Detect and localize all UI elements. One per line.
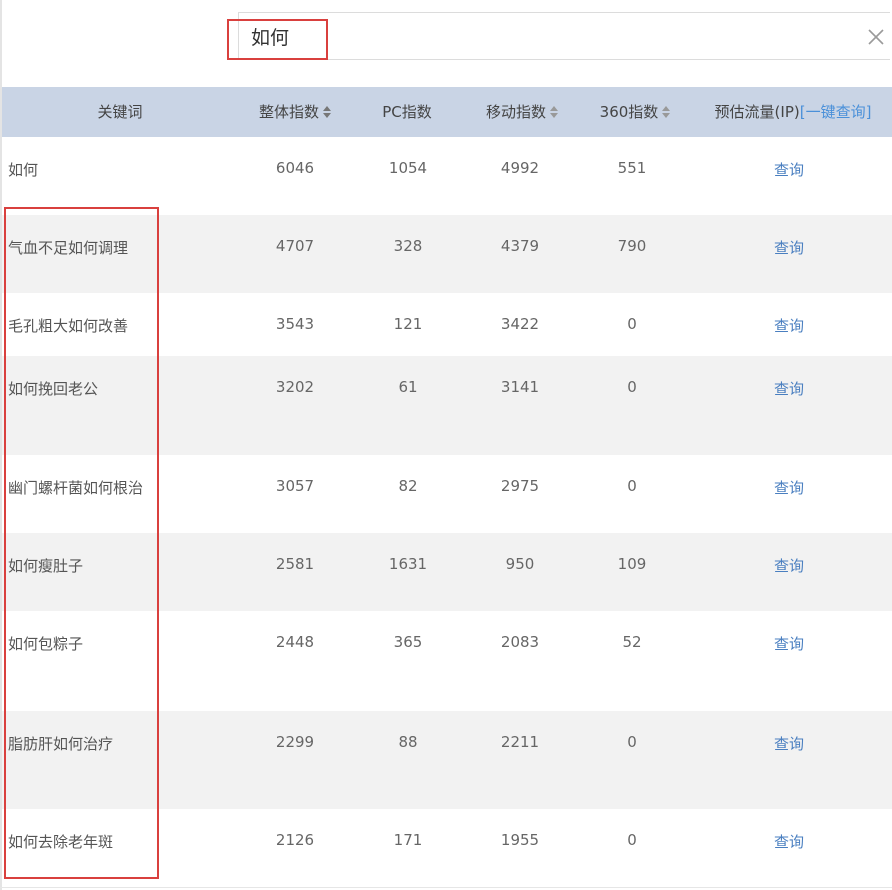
pc-index-cell: 171 (393, 831, 423, 849)
table-row: 如何包粽子 2448 365 2083 52 查询 (2, 611, 892, 711)
column-header-360[interactable]: 360指数 (570, 87, 700, 137)
table-row: 毛孔粗大如何改善 3543 121 3422 0 查询 (2, 293, 892, 356)
keyword-cell[interactable]: 毛孔粗大如何改善 (8, 315, 128, 336)
query-link[interactable]: 查询 (729, 733, 849, 754)
table-row: 幽门螺杆菌如何根治 3057 82 2975 0 查询 (2, 455, 892, 533)
query-link[interactable]: 查询 (729, 159, 849, 180)
overall-index-cell: 3202 (275, 378, 315, 396)
keyword-index-page: 关键词 整体指数 PC指数 移动指数 360指数 预估流量(IP)[一键查询] … (0, 0, 892, 890)
sort-icon[interactable] (323, 105, 331, 118)
overall-index-cell: 4707 (275, 237, 315, 255)
360-index-cell: 109 (617, 555, 647, 573)
mobile-index-cell: 950 (505, 555, 535, 573)
mobile-index-cell: 3422 (500, 315, 540, 333)
sort-icon[interactable] (662, 105, 671, 118)
sort-icon[interactable] (550, 105, 558, 118)
pc-index-cell: 1054 (388, 159, 428, 177)
mobile-index-cell: 2975 (500, 477, 540, 495)
keyword-cell[interactable]: 如何 (8, 159, 38, 180)
query-link[interactable]: 查询 (729, 237, 849, 258)
table-header: 关键词 整体指数 PC指数 移动指数 360指数 预估流量(IP)[一键查询] (2, 87, 892, 137)
pc-index-cell: 121 (393, 315, 423, 333)
keyword-cell[interactable]: 脂肪肝如何治疗 (8, 733, 113, 754)
table-row: 如何瘦肚子 2581 1631 950 109 查询 (2, 533, 892, 611)
keyword-cell[interactable]: 如何包粽子 (8, 633, 83, 654)
keyword-cell[interactable]: 如何挽回老公 (8, 378, 98, 399)
keyword-cell[interactable]: 气血不足如何调理 (8, 237, 128, 258)
column-header-label: 移动指数 (485, 103, 546, 121)
mobile-index-cell: 4379 (500, 237, 540, 255)
batch-query-link[interactable]: [一键查询] (800, 103, 872, 121)
column-header-mobile[interactable]: 移动指数 (457, 87, 587, 137)
column-header-traffic: 预估流量(IP)[一键查询] (698, 87, 888, 137)
column-header-label: 关键词 (97, 103, 143, 121)
table-row: 如何挽回老公 3202 61 3141 0 查询 (2, 356, 892, 455)
table-row: 气血不足如何调理 4707 328 4379 790 查询 (2, 215, 892, 293)
table-row: 如何去除老年斑 2126 171 1955 0 查询 (2, 809, 892, 887)
360-index-cell: 52 (622, 633, 642, 651)
mobile-index-cell: 3141 (500, 378, 540, 396)
search-box (238, 12, 890, 60)
overall-index-cell: 2126 (275, 831, 315, 849)
column-header-label: 预估流量(IP) (714, 103, 800, 121)
overall-index-cell: 2299 (275, 733, 315, 751)
overall-index-cell: 3057 (275, 477, 315, 495)
pc-index-cell: 61 (398, 378, 418, 396)
column-header-label: PC指数 (382, 103, 432, 121)
360-index-cell: 551 (617, 159, 647, 177)
query-link[interactable]: 查询 (729, 315, 849, 336)
360-index-cell: 0 (627, 477, 637, 495)
360-index-cell: 0 (627, 733, 637, 751)
pc-index-cell: 328 (393, 237, 423, 255)
keyword-cell[interactable]: 如何瘦肚子 (8, 555, 83, 576)
query-link[interactable]: 查询 (729, 477, 849, 498)
table-row: 如何 6046 1054 4992 551 查询 (2, 137, 892, 215)
overall-index-cell: 2581 (275, 555, 315, 573)
pc-index-cell: 88 (398, 733, 418, 751)
mobile-index-cell: 4992 (500, 159, 540, 177)
column-header-keyword: 关键词 (40, 87, 200, 137)
query-link[interactable]: 查询 (729, 831, 849, 852)
column-header-label: 360指数 (599, 103, 659, 121)
mobile-index-cell: 2083 (500, 633, 540, 651)
query-link[interactable]: 查询 (729, 378, 849, 399)
overall-index-cell: 2448 (275, 633, 315, 651)
360-index-cell: 0 (627, 831, 637, 849)
360-index-cell: 790 (617, 237, 647, 255)
pc-index-cell: 365 (393, 633, 423, 651)
mobile-index-cell: 2211 (500, 733, 540, 751)
query-link[interactable]: 查询 (729, 633, 849, 654)
table-row: 脂肪肝如何治疗 2299 88 2211 0 查询 (2, 711, 892, 809)
query-link[interactable]: 查询 (729, 555, 849, 576)
mobile-index-cell: 1955 (500, 831, 540, 849)
keyword-cell[interactable]: 幽门螺杆菌如何根治 (8, 477, 143, 498)
column-header-label: 整体指数 (258, 103, 319, 121)
overall-index-cell: 3543 (275, 315, 315, 333)
overall-index-cell: 6046 (275, 159, 315, 177)
keyword-cell[interactable]: 如何去除老年斑 (8, 831, 113, 852)
360-index-cell: 0 (627, 315, 637, 333)
column-header-pc: PC指数 (347, 87, 467, 137)
column-header-overall[interactable]: 整体指数 (230, 87, 360, 137)
pc-index-cell: 82 (398, 477, 418, 495)
table-bottom-border (0, 887, 892, 888)
close-icon[interactable] (864, 25, 888, 49)
pc-index-cell: 1631 (388, 555, 428, 573)
360-index-cell: 0 (627, 378, 637, 396)
search-input[interactable] (251, 21, 811, 51)
